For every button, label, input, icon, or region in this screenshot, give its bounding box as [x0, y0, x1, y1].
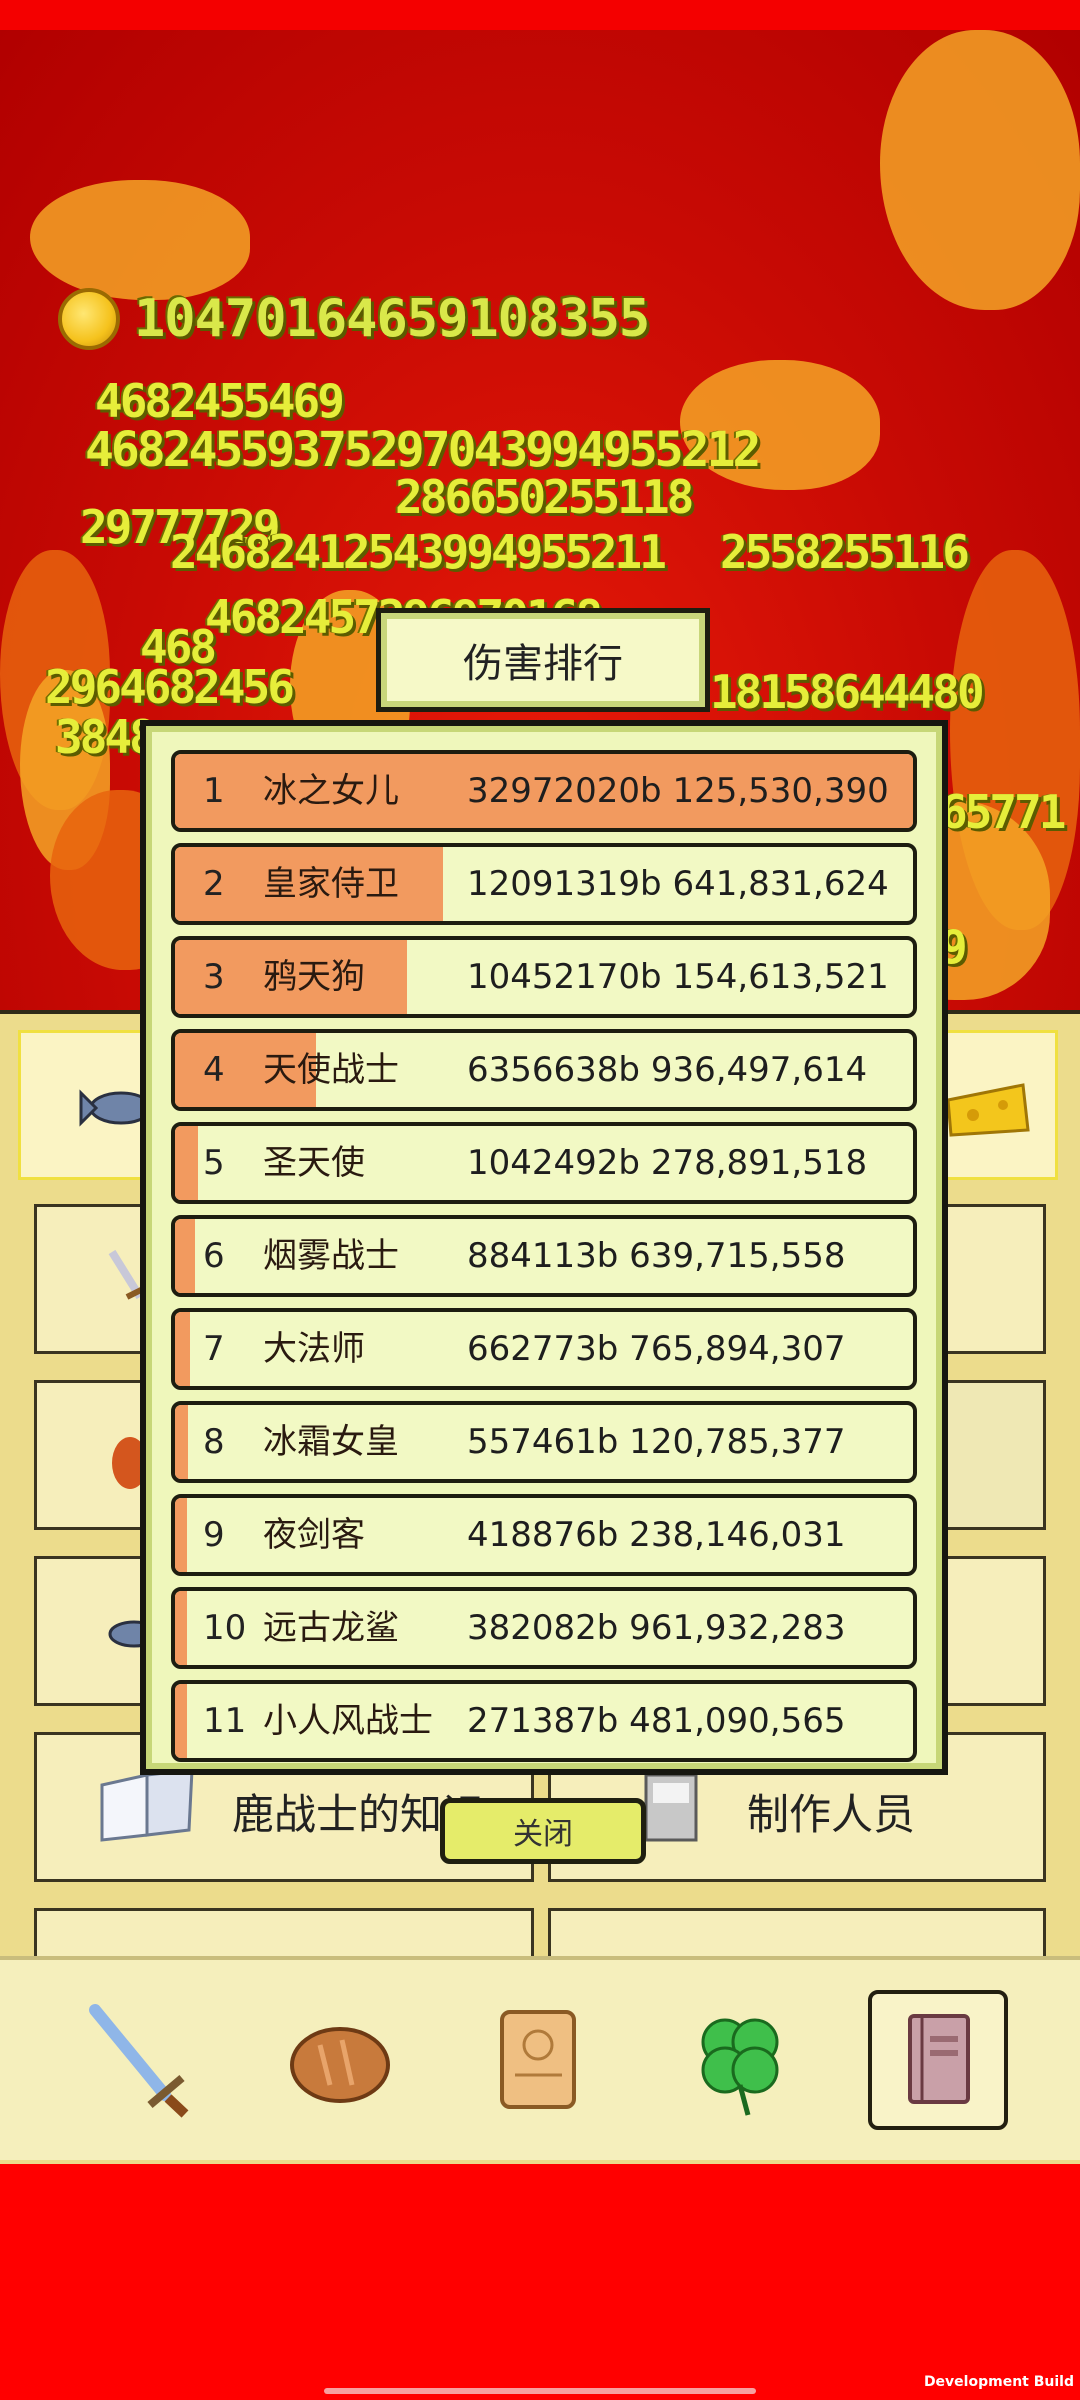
- damage-score: 557461b 120,785,377: [467, 1422, 846, 1462]
- book-icon: [908, 2014, 970, 2104]
- close-button[interactable]: 关闭: [440, 1798, 646, 1864]
- damage-number: 3848: [55, 710, 157, 764]
- cheese-icon: [946, 1083, 1030, 1137]
- rank-number: 8: [203, 1422, 225, 1462]
- ranking-row[interactable]: 9 夜剑客 418876b 238,146,031: [171, 1494, 917, 1576]
- hero-name: 小人风战士: [263, 1701, 433, 1741]
- status-bar: [0, 0, 1080, 30]
- damage-score: 884113b 639,715,558: [467, 1236, 846, 1276]
- rank-number: 1: [203, 771, 225, 811]
- ranking-title: 伤害排行: [376, 608, 710, 712]
- rank-number: 10: [203, 1608, 247, 1648]
- rank-number: 2: [203, 864, 225, 904]
- damage-score: 6356638b 936,497,614: [467, 1050, 868, 1090]
- hero-name: 夜剑客: [263, 1515, 365, 1555]
- damage-ranking-panel: 1 冰之女儿 32972020b 125,530,390 2 皇家侍卫 1209…: [140, 720, 948, 1775]
- ranking-row[interactable]: 3 鸦天狗 10452170b 154,613,521: [171, 936, 917, 1018]
- ranking-row[interactable]: 4 天使战士 6356638b 936,497,614: [171, 1029, 917, 1111]
- ranking-row[interactable]: 6 烟雾战士 884113b 639,715,558: [171, 1215, 917, 1297]
- ranking-row[interactable]: 1 冰之女儿 32972020b 125,530,390: [171, 750, 917, 832]
- bottom-nav: [0, 1956, 1080, 2160]
- rank-number: 11: [203, 1701, 247, 1741]
- damage-number: 468: [140, 620, 217, 674]
- damage-score: 32972020b 125,530,390: [467, 771, 889, 811]
- rank-number: 7: [203, 1329, 225, 1369]
- nav-bread[interactable]: [270, 1990, 410, 2130]
- ranking-row[interactable]: 2 皇家侍卫 12091319b 641,831,624: [171, 843, 917, 925]
- hero-name: 烟雾战士: [263, 1236, 399, 1276]
- ranking-row[interactable]: 10 远古龙鲨 382082b 961,932,283: [171, 1587, 917, 1669]
- damage-share-bar: [175, 1219, 195, 1293]
- flame-decor: [30, 180, 250, 300]
- hero-name: 冰霜女皇: [263, 1422, 399, 1462]
- coin-counter: 10470164659108355: [58, 288, 650, 350]
- open-book-icon: [100, 1768, 194, 1842]
- coin-total: 10470164659108355: [134, 289, 650, 349]
- nav-scroll[interactable]: [470, 1990, 610, 2130]
- damage-share-bar: [175, 1684, 187, 1758]
- damage-number: 24682412543994955211: [170, 525, 667, 579]
- damage-number: 4682455469: [95, 374, 345, 428]
- rank-number: 6: [203, 1236, 225, 1276]
- damage-score: 1042492b 278,891,518: [467, 1143, 868, 1183]
- hero-name: 冰之女儿: [263, 771, 399, 811]
- hero-name: 大法师: [263, 1329, 365, 1369]
- ranking-row[interactable]: 7 大法师 662773b 765,894,307: [171, 1308, 917, 1390]
- build-label: Development Build: [923, 2374, 1074, 2390]
- damage-score: 662773b 765,894,307: [467, 1329, 846, 1369]
- hero-name: 皇家侍卫: [263, 864, 399, 904]
- damage-number: 65771: [940, 785, 1066, 839]
- hero-name: 远古龙鲨: [263, 1608, 399, 1648]
- ranking-row[interactable]: 5 圣天使 1042492b 278,891,518: [171, 1122, 917, 1204]
- hero-name: 鸦天狗: [263, 957, 365, 997]
- damage-score: 10452170b 154,613,521: [467, 957, 889, 997]
- scroll-icon: [500, 2010, 576, 2109]
- nav-book[interactable]: [868, 1990, 1008, 2130]
- ranking-row[interactable]: 11 小人风战士 271387b 481,090,565: [171, 1680, 917, 1762]
- damage-score: 418876b 238,146,031: [467, 1515, 846, 1555]
- damage-share-bar: [175, 1126, 198, 1200]
- rank-number: 4: [203, 1050, 225, 1090]
- clover-icon: [701, 2018, 779, 2116]
- damage-share-bar: [175, 1312, 190, 1386]
- sword-icon: [89, 2004, 189, 2118]
- flame-decor: [880, 30, 1080, 310]
- damage-number: 18158644480: [710, 665, 985, 719]
- home-indicator[interactable]: [324, 2388, 756, 2394]
- damage-share-bar: [175, 1498, 187, 1572]
- damage-number: 286650255118: [395, 470, 694, 524]
- damage-score: 12091319b 641,831,624: [467, 864, 889, 904]
- hero-name: 圣天使: [263, 1143, 365, 1183]
- rank-number: 5: [203, 1143, 225, 1183]
- rank-number: 9: [203, 1515, 225, 1555]
- nav-sword[interactable]: [70, 1990, 210, 2130]
- damage-score: 382082b 961,932,283: [467, 1608, 846, 1648]
- damage-score: 271387b 481,090,565: [467, 1701, 846, 1741]
- gold-coin-icon: [58, 288, 120, 350]
- bread-icon: [290, 2027, 390, 2103]
- damage-number: 2558255116: [720, 525, 970, 579]
- hero-name: 天使战士: [263, 1050, 399, 1090]
- ranking-row[interactable]: 8 冰霜女皇 557461b 120,785,377: [171, 1401, 917, 1483]
- nav-clover[interactable]: [670, 1990, 810, 2130]
- credits-label: 制作人员: [747, 1790, 916, 1839]
- damage-share-bar: [175, 1405, 188, 1479]
- damage-share-bar: [175, 1591, 187, 1665]
- rank-number: 3: [203, 957, 225, 997]
